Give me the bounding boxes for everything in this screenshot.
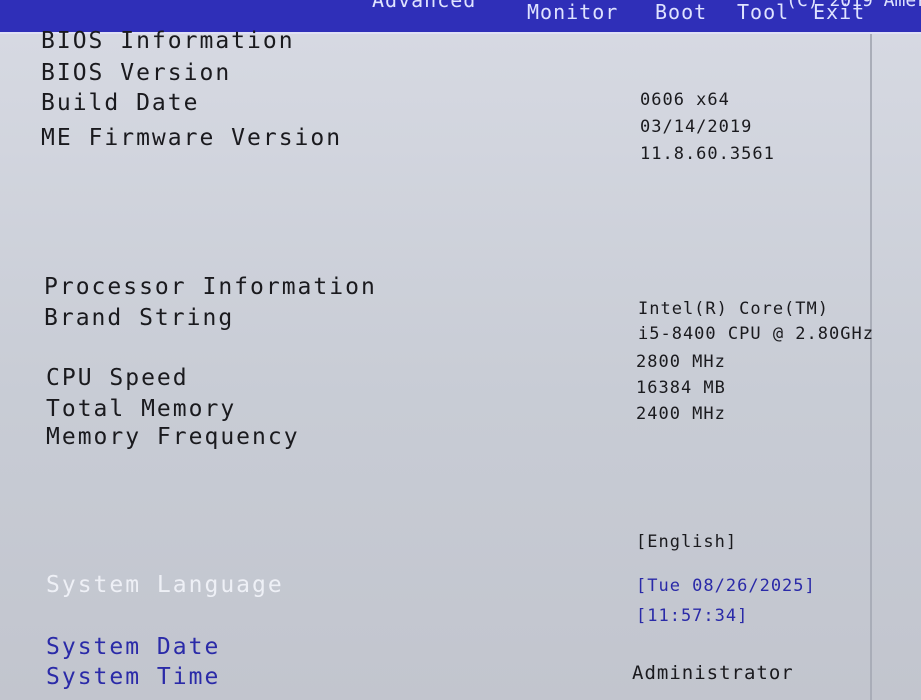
bios-version-label: BIOS Version — [41, 60, 232, 86]
access-level-value: Administrator — [632, 662, 794, 684]
brand-string-value-line2: i5-8400 CPU @ 2.80GHz — [638, 324, 874, 344]
build-date-value: 03/14/2019 — [640, 117, 753, 137]
system-time-item[interactable]: System Time — [46, 664, 220, 690]
copyright-text: (C) 2019 Amer — [786, 0, 921, 11]
me-firmware-value: 11.8.60.3561 — [640, 144, 775, 164]
system-date-value[interactable]: [Tue 08/26/2025] — [636, 576, 816, 596]
bios-info-heading: BIOS Information — [41, 28, 295, 54]
bios-version-value: 0606 x64 — [640, 90, 730, 110]
brand-string-value-line1: Intel(R) Core(TM) — [638, 299, 829, 319]
processor-info-heading: Processor Information — [44, 274, 377, 300]
me-firmware-label: ME Firmware Version — [41, 125, 343, 151]
system-language-item[interactable]: System Language — [46, 572, 284, 598]
cpu-speed-label: CPU Speed — [46, 365, 189, 391]
brand-string-label: Brand String — [44, 305, 235, 331]
build-date-label: Build Date — [41, 90, 200, 116]
memory-frequency-value: 2400 MHz — [636, 404, 726, 424]
help-panel-divider — [870, 34, 872, 700]
system-language-value[interactable]: [English] — [636, 532, 737, 552]
system-time-value[interactable]: [11:57:34] — [636, 606, 748, 626]
tab-monitor[interactable]: Monitor — [527, 0, 618, 24]
total-memory-value: 16384 MB — [636, 378, 726, 398]
tab-tool[interactable]: Tool — [737, 0, 789, 24]
system-date-item[interactable]: System Date — [46, 634, 220, 660]
memory-frequency-label: Memory Frequency — [46, 424, 300, 450]
tab-advanced[interactable]: Advanced — [372, 0, 476, 12]
tab-boot[interactable]: Boot — [655, 0, 707, 24]
total-memory-label: Total Memory — [46, 396, 237, 422]
cpu-speed-value: 2800 MHz — [636, 352, 726, 372]
